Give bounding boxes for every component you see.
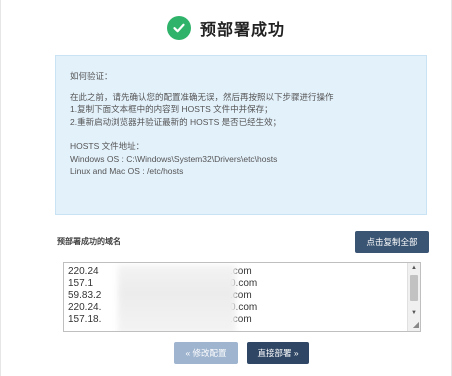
page-title: 预部署成功 — [199, 22, 285, 39]
frame-border-left — [0, 0, 1, 376]
scroll-thumb[interactable] — [410, 275, 418, 301]
domain-row: 157.1 0.com — [68, 278, 257, 290]
domain-row: 220.24. 0.com — [68, 302, 257, 314]
domain-row: 220.24 .com — [68, 266, 252, 278]
mac-hosts-path: Linux and Mac OS : /etc/hosts — [70, 166, 184, 176]
copy-all-button[interactable]: 点击复制全部 — [355, 231, 429, 253]
deploy-now-button[interactable]: 直接部署 » — [247, 342, 309, 364]
how-to-verify-heading: 如何验证： — [70, 71, 113, 81]
domain-ip: 157.18. — [68, 314, 102, 325]
domain-list: 220.24 .com 157.1 0.com 59.83.2 .com 220… — [68, 265, 257, 331]
check-circle-icon — [166, 16, 191, 40]
scroll-up-arrow-icon[interactable]: ▲ — [408, 263, 420, 273]
scroll-down-arrow-icon[interactable]: ▼ — [408, 308, 420, 318]
domain-ip: 157.1 — [68, 278, 94, 289]
domain-row: 157.18. .com — [68, 314, 252, 326]
domains-label: 预部署成功的域名 — [57, 237, 121, 246]
resize-grip-icon[interactable]: ◢ — [409, 320, 419, 330]
step-1-text: 1.复制下面文本框中的内容到 HOSTS 文件中并保存； — [70, 104, 273, 114]
domain-ip: 59.83.2 — [68, 290, 102, 301]
windows-hosts-path: Windows OS : C:\Windows\System32\Drivers… — [70, 153, 278, 164]
redaction-blur — [118, 265, 236, 331]
success-header: 预部署成功 — [0, 14, 452, 42]
step-2-text: 2.重新启动浏览器并验证最新的 HOSTS 是否已经生效； — [70, 116, 282, 127]
intro-text: 在此之前，请先确认您的配置准确无误，然后再按照以下步骤进行操作 — [70, 91, 334, 102]
domain-ip: 220.24. — [68, 302, 102, 313]
hosts-path-label: HOSTS 文件地址： — [70, 141, 145, 151]
modify-config-button[interactable]: « 修改配置 — [174, 342, 238, 364]
verification-info-box: 如何验证： 在此之前，请先确认您的配置准确无误，然后再按照以下步骤进行操作 1.… — [55, 55, 427, 215]
domain-row: 59.83.2 .com — [68, 290, 252, 302]
domain-hosts-textarea[interactable]: 220.24 .com 157.1 0.com 59.83.2 .com 220… — [63, 262, 421, 332]
domain-ip: 220.24 — [68, 266, 99, 277]
